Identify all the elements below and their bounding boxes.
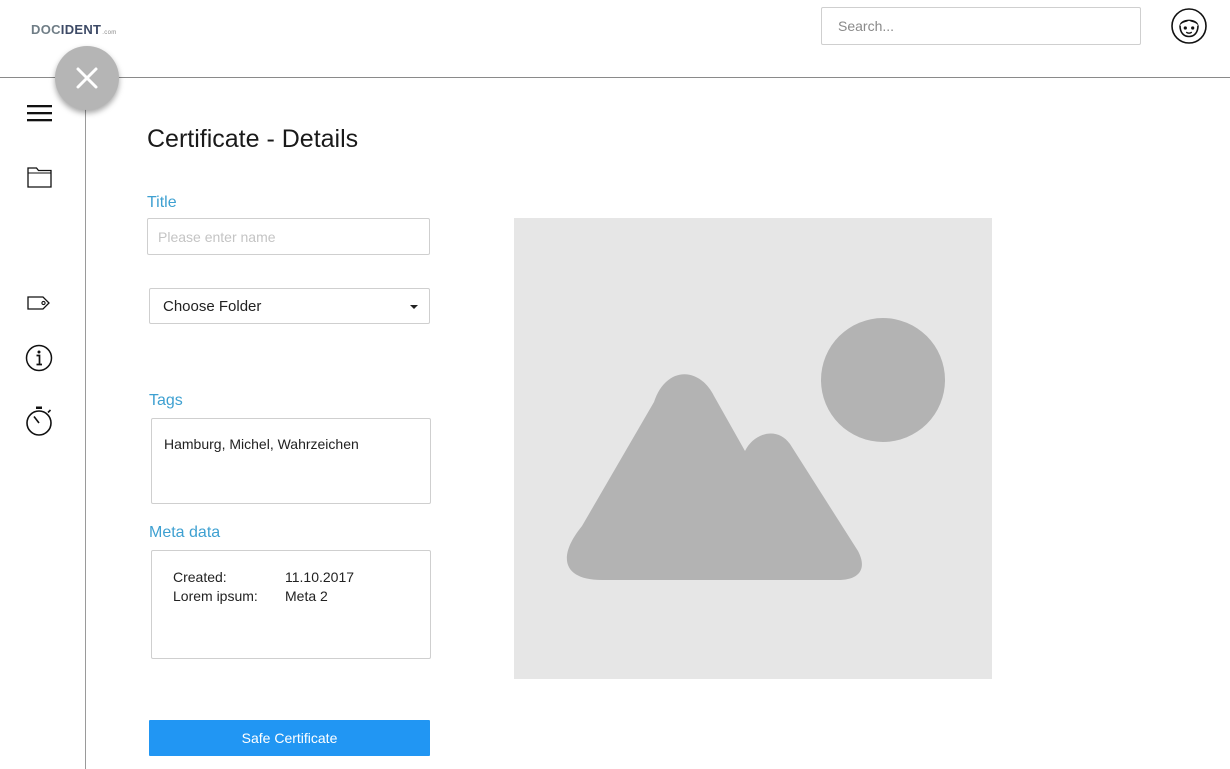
title-input[interactable] — [147, 218, 430, 255]
tags-value: Hamburg, Michel, Wahrzeichen — [164, 436, 359, 452]
hamburger-icon — [27, 105, 52, 122]
logo-part-ident: IDENT — [60, 22, 102, 37]
meta-key: Created: — [173, 569, 227, 585]
folder-icon — [27, 167, 52, 188]
meta-value: 11.10.2017 — [285, 569, 355, 585]
tag-icon — [27, 296, 50, 310]
save-certificate-button[interactable]: Safe Certificate — [149, 720, 430, 756]
meta-key: Lorem ipsum: — [173, 588, 258, 604]
meta-data-label: Meta data — [149, 524, 221, 541]
sidebar-divider — [85, 78, 86, 769]
folder-select[interactable]: Choose Folder — [149, 288, 430, 324]
search-input[interactable] — [821, 7, 1141, 45]
folder-select-value: Choose Folder — [163, 298, 262, 315]
app-header: DOCIDENT.com — [0, 0, 1230, 78]
close-icon — [76, 67, 98, 89]
sidebar-item-menu[interactable] — [27, 104, 52, 128]
title-label: Title — [147, 194, 177, 211]
sidebar-item-tag[interactable] — [27, 295, 51, 316]
sidebar-item-folder[interactable] — [27, 165, 52, 193]
certificate-image-preview — [514, 218, 992, 679]
tags-label: Tags — [149, 392, 183, 409]
info-icon — [25, 344, 53, 372]
meta-data-box: Created: 11.10.2017 Lorem ipsum: Meta 2 — [151, 550, 431, 659]
logo-part-doc: DOC — [31, 22, 61, 37]
tags-field[interactable]: Hamburg, Michel, Wahrzeichen — [151, 418, 431, 504]
page-title: Certificate - Details — [147, 125, 359, 153]
image-placeholder-icon — [566, 318, 945, 580]
logo-suffix: .com — [102, 30, 117, 36]
sidebar-item-info[interactable] — [25, 344, 53, 377]
chevron-down-icon — [410, 305, 418, 309]
meta-value: Meta 2 — [285, 588, 328, 604]
user-avatar[interactable] — [1171, 8, 1207, 44]
sidebar-item-timer[interactable] — [24, 405, 54, 442]
face-icon — [1171, 8, 1207, 44]
stopwatch-icon — [26, 406, 52, 436]
close-button[interactable] — [55, 46, 119, 110]
docident-logo[interactable]: DOCIDENT.com — [31, 22, 117, 37]
